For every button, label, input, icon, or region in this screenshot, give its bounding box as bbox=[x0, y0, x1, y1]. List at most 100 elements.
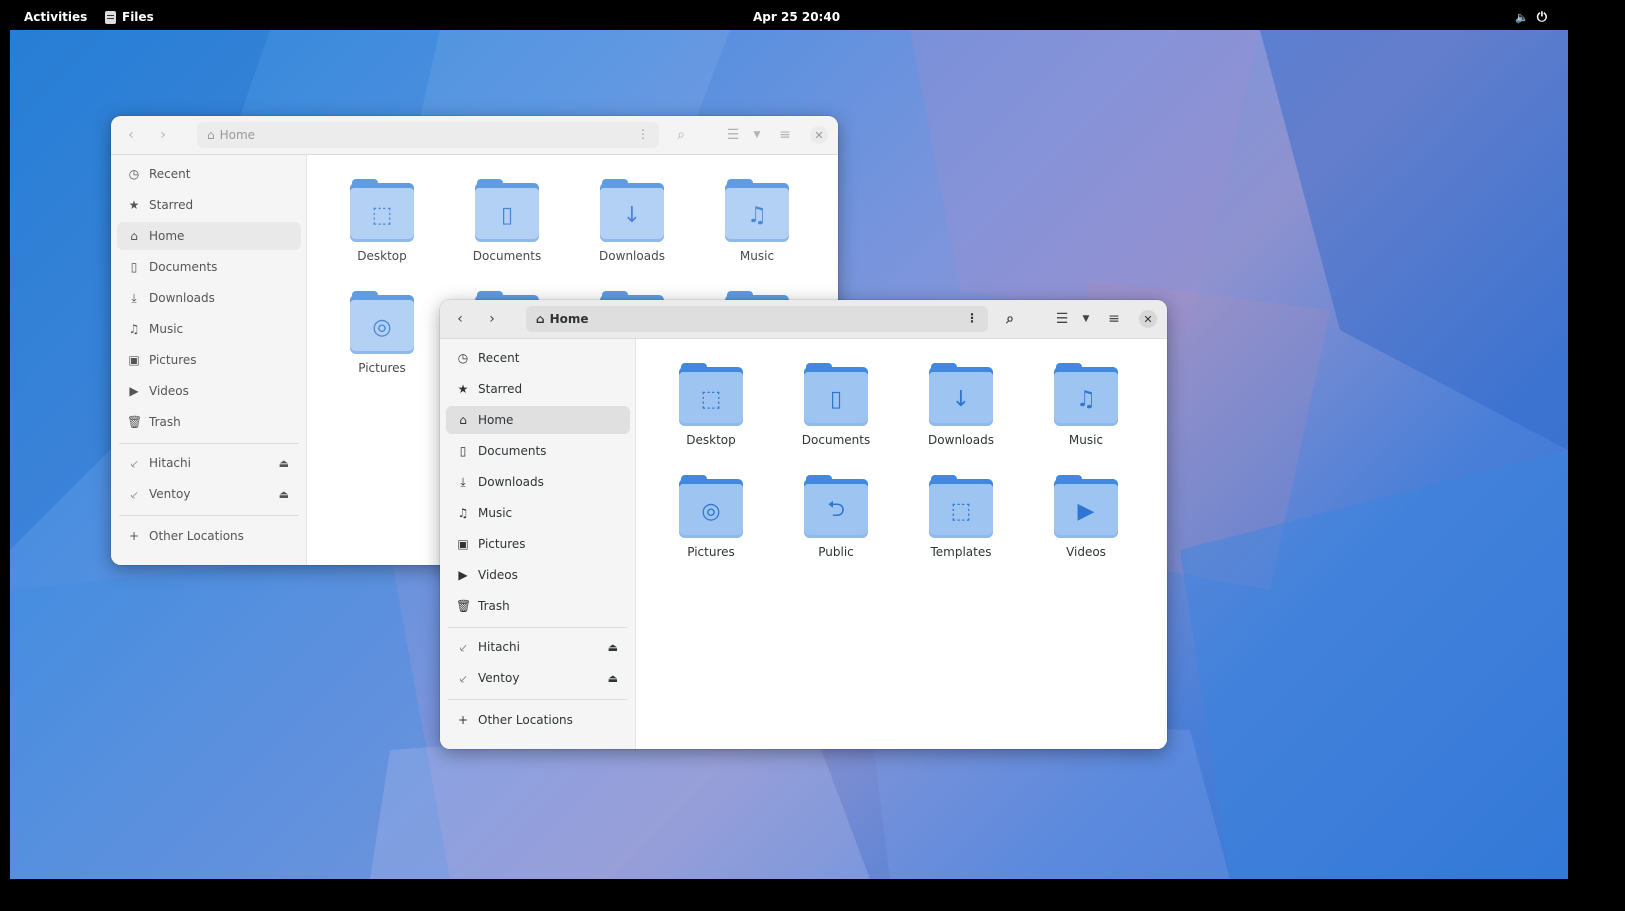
close-button[interactable]: ✕ bbox=[810, 126, 828, 144]
sidebar-item-downloads[interactable]: ⤓ Downloads bbox=[446, 468, 630, 496]
more-options-icon[interactable]: ⋮ bbox=[637, 127, 649, 141]
search-button[interactable]: ⌕ bbox=[671, 125, 691, 145]
sidebar-item-hitachi[interactable]: ⸔ Hitachi ⏏ bbox=[117, 449, 301, 477]
sidebar-item-pictures[interactable]: ▣ Pictures bbox=[117, 346, 301, 374]
folder-videos-icon: ▶ bbox=[1054, 475, 1118, 539]
sidebar-item-recent[interactable]: ◷ Recent bbox=[446, 344, 630, 372]
sidebar-item-downloads[interactable]: ⤓ Downloads bbox=[117, 284, 301, 312]
sidebar-item-music[interactable]: ♫ Music bbox=[117, 315, 301, 343]
folder-videos[interactable]: ▶ Videos bbox=[1036, 475, 1136, 559]
system-menu-button[interactable]: 🔈 ⏻ bbox=[1515, 10, 1547, 25]
sidebar-item-pictures[interactable]: ▣ Pictures bbox=[446, 530, 630, 558]
back-button[interactable]: ‹ bbox=[450, 309, 470, 329]
view-options-button[interactable]: ▼ bbox=[747, 125, 767, 145]
eject-icon[interactable]: ⏏ bbox=[279, 488, 289, 501]
view-options-button[interactable]: ▼ bbox=[1076, 309, 1096, 329]
plus-icon: + bbox=[128, 529, 140, 543]
more-options-icon[interactable]: ⋮ bbox=[966, 311, 978, 325]
music-icon: ♫ bbox=[457, 506, 469, 520]
folder-music[interactable]: ♫ Music bbox=[1036, 363, 1136, 447]
home-icon: ⌂ bbox=[130, 229, 138, 243]
folder-desktop-icon: ⬚ bbox=[350, 179, 414, 243]
view-toggle-button[interactable]: ☰ bbox=[1052, 309, 1072, 329]
folder-documents[interactable]: ▯ Documents bbox=[786, 363, 886, 447]
eject-icon[interactable]: ⏏ bbox=[608, 672, 618, 685]
folder-music[interactable]: ♫ Music bbox=[707, 179, 807, 263]
folder-pictures-icon: ◎ bbox=[350, 291, 414, 355]
folder-label: Pictures bbox=[358, 361, 406, 375]
eject-icon[interactable]: ⏏ bbox=[279, 457, 289, 470]
folder-pictures[interactable]: ◎ Pictures bbox=[332, 291, 432, 375]
path-bar[interactable]: ⌂ Home ⋮ bbox=[197, 122, 659, 148]
forward-button[interactable]: › bbox=[153, 125, 173, 145]
folder-desktop[interactable]: ⬚ Desktop bbox=[661, 363, 761, 447]
hamburger-menu-icon: ≡ bbox=[779, 127, 791, 143]
activities-label: Activities bbox=[24, 10, 88, 24]
sidebar-item-label: Ventoy bbox=[478, 671, 520, 685]
folder-downloads[interactable]: ↓ Downloads bbox=[911, 363, 1011, 447]
sidebar-item-documents[interactable]: ▯ Documents bbox=[117, 253, 301, 281]
sidebar-item-ventoy[interactable]: ⸔ Ventoy ⏏ bbox=[446, 664, 630, 692]
app-menu-button[interactable]: Files bbox=[105, 10, 154, 24]
files-window-active[interactable]: ‹ › ⌂ Home ⋮ ⌕ ☰ ▼ ≡ ✕ ◷ Recent ★ Starred … bbox=[440, 300, 1167, 749]
volume-icon: 🔈 bbox=[1515, 11, 1529, 24]
star-icon: ★ bbox=[128, 198, 140, 212]
sidebar-item-videos[interactable]: ▶ Videos bbox=[446, 561, 630, 589]
sidebar-item-recent[interactable]: ◷ Recent bbox=[117, 160, 301, 188]
go-back-icon: ‹ bbox=[457, 311, 463, 327]
folder-downloads[interactable]: ↓ Downloads bbox=[582, 179, 682, 263]
folder-templates[interactable]: ⬚ Templates bbox=[911, 475, 1011, 559]
sidebar-divider bbox=[448, 627, 628, 628]
sidebar-item-home[interactable]: ⌂ Home bbox=[117, 222, 301, 250]
sidebar-item-trash[interactable]: 🗑 Trash bbox=[117, 408, 301, 436]
view-toggle-button[interactable]: ☰ bbox=[723, 125, 743, 145]
folder-label: Templates bbox=[930, 545, 992, 559]
search-button[interactable]: ⌕ bbox=[1000, 309, 1020, 329]
picture-icon: ▣ bbox=[128, 353, 140, 367]
folder-label: Public bbox=[818, 545, 854, 559]
video-icon: ▶ bbox=[458, 568, 468, 582]
go-forward-icon: › bbox=[160, 127, 166, 143]
sidebar-divider bbox=[448, 699, 628, 700]
forward-button[interactable]: › bbox=[482, 309, 502, 329]
main-menu-button[interactable]: ≡ bbox=[1104, 309, 1124, 329]
home-icon: ⌂ bbox=[536, 312, 545, 326]
sidebar-item-other-locations[interactable]: + Other Locations bbox=[446, 706, 630, 734]
folder-downloads-icon: ↓ bbox=[600, 179, 664, 243]
path-label: Home bbox=[219, 128, 256, 142]
path-bar[interactable]: ⌂ Home ⋮ bbox=[526, 306, 988, 332]
sidebar-item-starred[interactable]: ★ Starred bbox=[446, 375, 630, 403]
path-home-crumb[interactable]: ⌂ Home bbox=[536, 312, 589, 326]
folder-label: Music bbox=[739, 249, 775, 263]
sidebar-item-ventoy[interactable]: ⸔ Ventoy ⏏ bbox=[117, 480, 301, 508]
sidebar-item-label: Trash bbox=[149, 415, 181, 429]
activities-button[interactable]: Activities bbox=[24, 10, 87, 24]
folder-desktop[interactable]: ⬚ Desktop bbox=[332, 179, 432, 263]
sidebar-item-other-locations[interactable]: + Other Locations bbox=[117, 522, 301, 550]
folder-music-icon: ♫ bbox=[725, 179, 789, 243]
path-home-crumb[interactable]: ⌂ Home bbox=[207, 128, 255, 142]
folder-pictures[interactable]: ◎ Pictures bbox=[661, 475, 761, 559]
sidebar-item-hitachi[interactable]: ⸔ Hitachi ⏏ bbox=[446, 633, 630, 661]
sidebar-item-starred[interactable]: ★ Starred bbox=[117, 191, 301, 219]
main-menu-button[interactable]: ≡ bbox=[775, 125, 795, 145]
sidebar-item-music[interactable]: ♫ Music bbox=[446, 499, 630, 527]
sidebar-item-videos[interactable]: ▶ Videos bbox=[117, 377, 301, 405]
eject-icon[interactable]: ⏏ bbox=[608, 641, 618, 654]
close-button[interactable]: ✕ bbox=[1139, 310, 1157, 328]
folder-documents[interactable]: ▯ Documents bbox=[457, 179, 557, 263]
folder-documents-icon: ▯ bbox=[475, 179, 539, 243]
search-icon: ⌕ bbox=[677, 127, 685, 143]
sidebar-item-trash[interactable]: 🗑 Trash bbox=[446, 592, 630, 620]
sidebar-item-home[interactable]: ⌂ Home bbox=[446, 406, 630, 434]
power-icon: ⏻ bbox=[1536, 10, 1547, 25]
sidebar-divider bbox=[119, 515, 299, 516]
folder-public[interactable]: ⮌ Public bbox=[786, 475, 886, 559]
sidebar: ◷ Recent ★ Starred ⌂ Home ▯ Documents ⤓ Downl… bbox=[111, 155, 307, 565]
back-button[interactable]: ‹ bbox=[121, 125, 141, 145]
clock-button[interactable]: Apr 25 20:40 bbox=[753, 10, 840, 24]
sidebar-item-documents[interactable]: ▯ Documents bbox=[446, 437, 630, 465]
document-icon: ▯ bbox=[130, 260, 138, 274]
folder-label: Desktop bbox=[357, 249, 407, 263]
usb-drive-icon: ⸔ bbox=[458, 640, 468, 655]
